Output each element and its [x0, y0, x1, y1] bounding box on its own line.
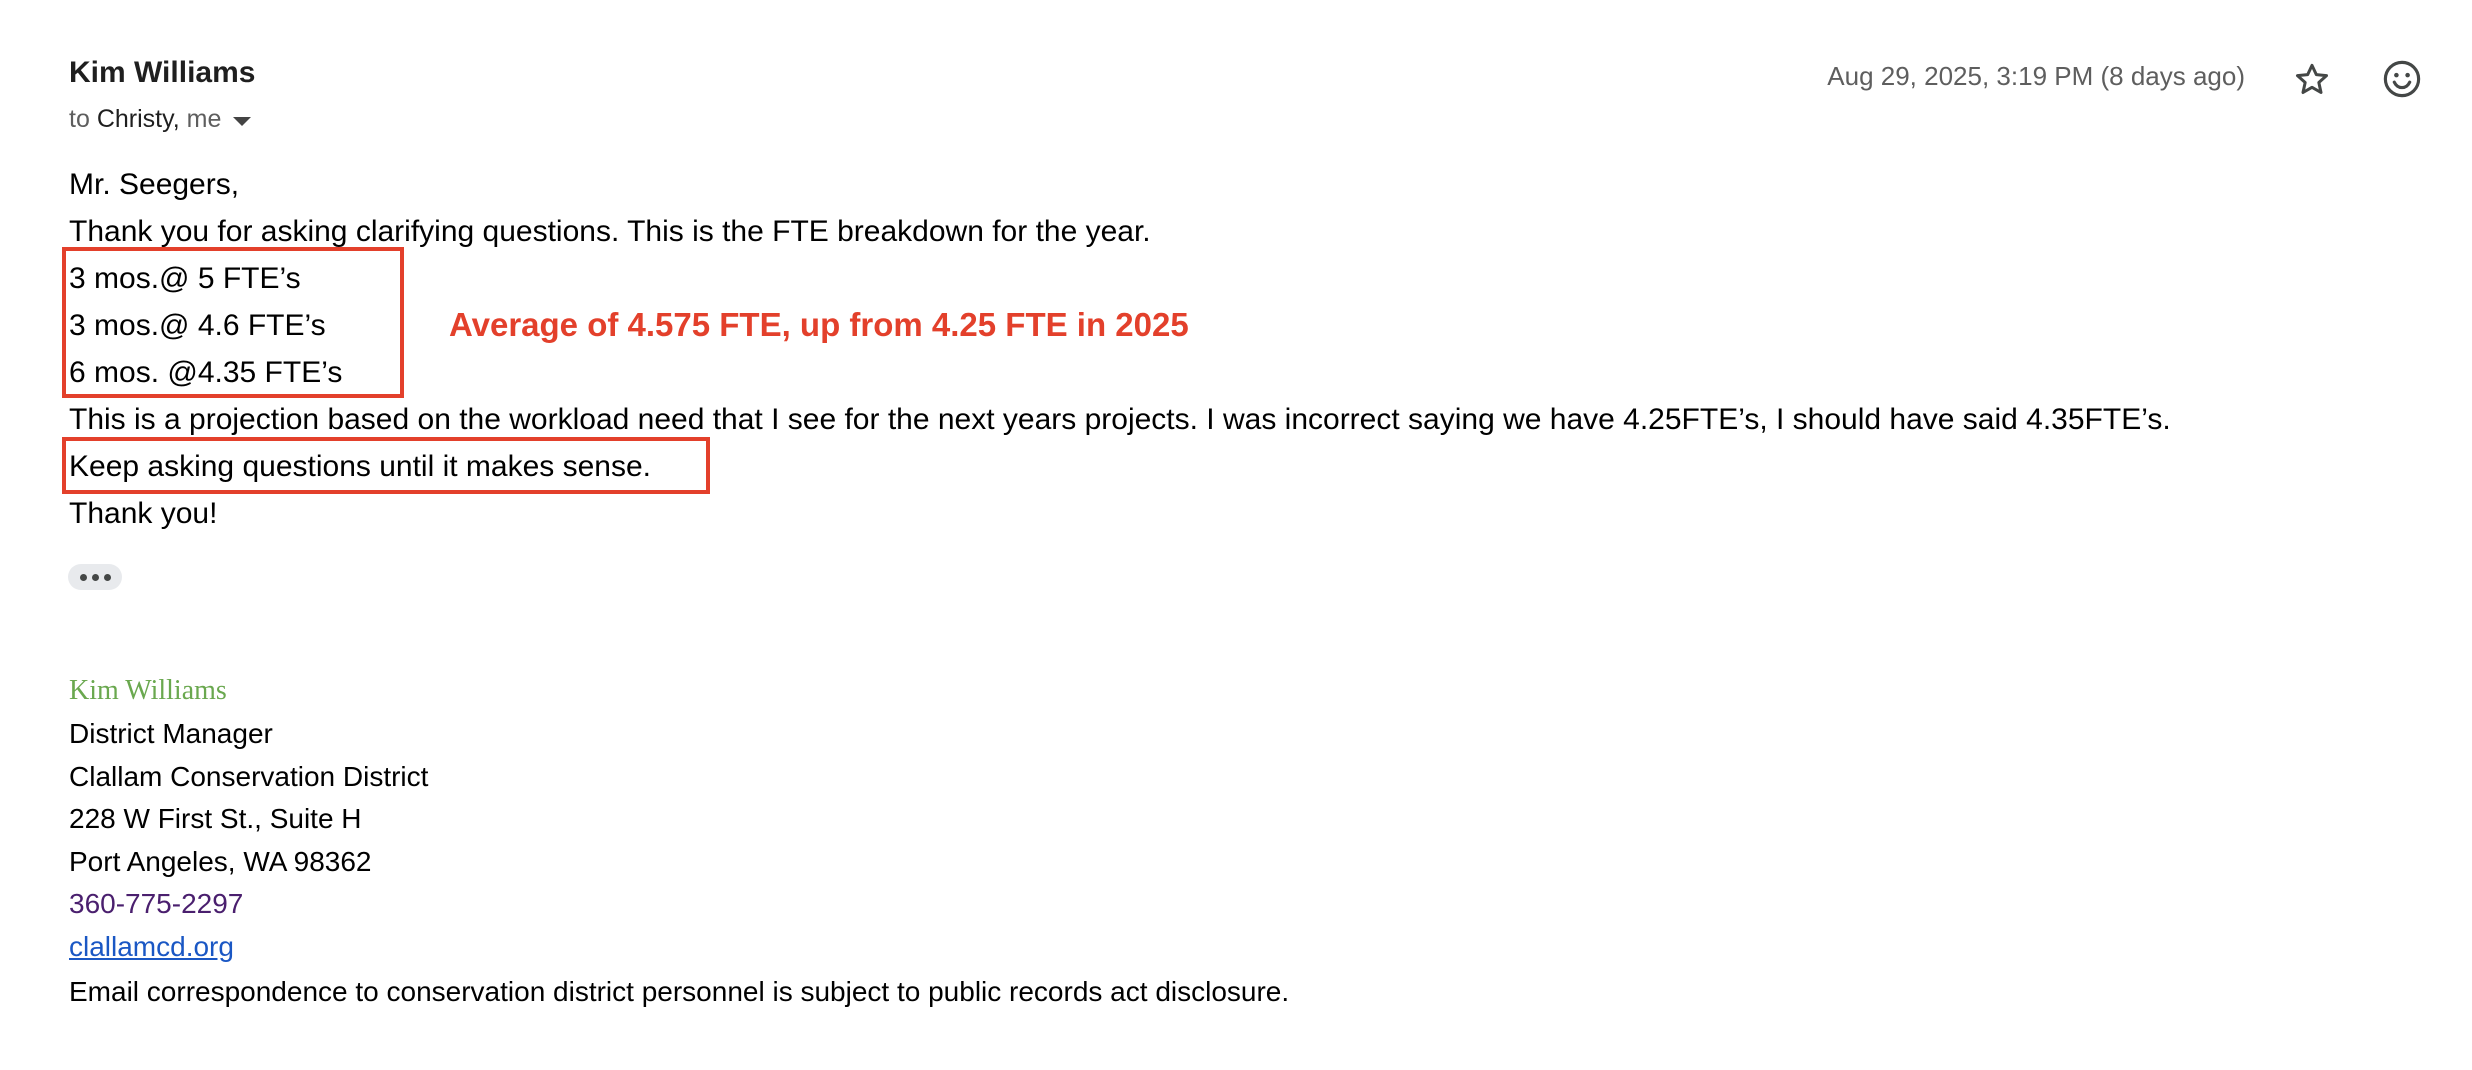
fte-average-annotation: Average of 4.575 FTE, up from 4.25 FTE i… — [449, 306, 1189, 343]
signature-disclaimer: Email correspondence to conservation dis… — [69, 976, 1290, 1007]
signature-address-line1: 228 W First St., Suite H — [69, 803, 362, 834]
ellipsis-dot-icon — [79, 573, 87, 581]
greeting: Mr. Seegers, — [69, 168, 240, 201]
breakdown-highlight-box — [62, 247, 404, 398]
ellipsis-dot-icon — [103, 573, 111, 581]
signature-organization: Clallam Conservation District — [69, 761, 429, 792]
closing-line: Thank you! — [69, 497, 218, 530]
recipients-prefix: to — [69, 105, 90, 133]
star-icon[interactable] — [2292, 60, 2332, 100]
emoji-react-icon[interactable] — [2381, 58, 2423, 100]
message-timestamp: Aug 29, 2025, 3:19 PM (8 days ago) — [1827, 61, 2245, 91]
encouragement-highlight-box — [62, 437, 710, 494]
signature-title: District Manager — [69, 718, 273, 749]
signature-phone[interactable]: 360-775-2297 — [69, 888, 243, 920]
sender-name[interactable]: Kim Williams — [69, 56, 255, 90]
recipient-christy: Christy, — [96, 105, 180, 133]
signature-address-line2: Port Angeles, WA 98362 — [69, 846, 372, 877]
show-trimmed-content-button[interactable] — [68, 564, 122, 590]
recipient-me: me — [186, 105, 222, 133]
signature-name: Kim Williams — [69, 675, 227, 706]
chevron-down-icon[interactable] — [233, 116, 252, 126]
recipients-line[interactable]: to Christy, me — [69, 105, 252, 134]
projection-line: This is a projection based on the worklo… — [69, 403, 2171, 436]
intro-line: Thank you for asking clarifying question… — [69, 215, 1151, 248]
signature-website-link[interactable]: clallamcd.org — [69, 931, 234, 963]
ellipsis-dot-icon — [91, 573, 99, 581]
